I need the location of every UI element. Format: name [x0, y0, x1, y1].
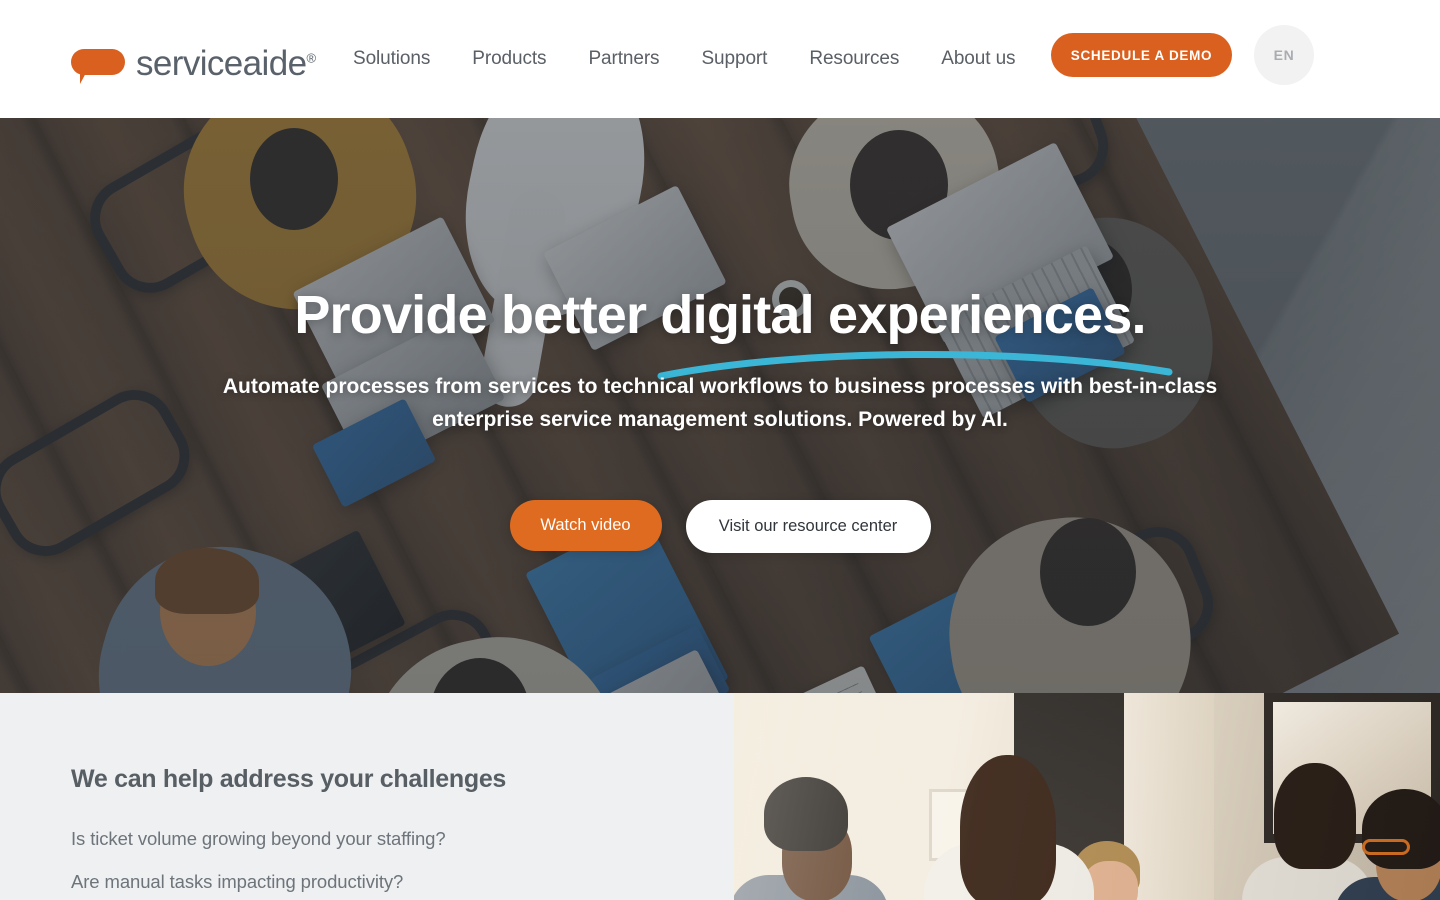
nav-item-about-us[interactable]: About us: [941, 48, 1015, 70]
nav-item-partners[interactable]: Partners: [588, 48, 659, 70]
nav-item-products[interactable]: Products: [472, 48, 546, 70]
logo[interactable]: serviceaide®: [71, 40, 316, 84]
language-selector[interactable]: EN: [1254, 25, 1314, 85]
nav-item-solutions[interactable]: Solutions: [353, 48, 430, 70]
nav-item-resources[interactable]: Resources: [809, 48, 899, 70]
speech-bubble-icon: [71, 49, 125, 84]
hero-cta-group: Watch video Visit our resource center: [0, 500, 1440, 553]
logo-text: serviceaide®: [136, 46, 316, 81]
hero-subtitle: Automate processes from services to tech…: [222, 375, 1218, 432]
photo-light-overlay: [734, 693, 1440, 900]
challenges-section: We can help address your challenges Is t…: [0, 693, 1440, 900]
challenge-question: Is ticket volume growing beyond your sta…: [71, 828, 446, 849]
hero-content: Provide better digital experiences. Auto…: [0, 118, 1440, 693]
hero-section: Provide better digital experiences. Auto…: [0, 118, 1440, 693]
nav-item-support[interactable]: Support: [701, 48, 767, 70]
site-header: serviceaide® Solutions Products Partners…: [0, 0, 1440, 118]
visit-resource-center-button[interactable]: Visit our resource center: [685, 500, 931, 553]
challenges-heading: We can help address your challenges: [71, 765, 507, 793]
registered-trademark-icon: ®: [306, 49, 317, 65]
hero-title: Provide better digital experiences.: [294, 285, 1146, 345]
main-navigation: Solutions Products Partners Support Reso…: [353, 0, 1057, 118]
challenge-question: Are manual tasks impacting productivity?: [71, 871, 404, 892]
team-collaboration-photo: [734, 693, 1440, 900]
schedule-demo-button[interactable]: SCHEDULE A DEMO: [1051, 33, 1232, 77]
logo-wordmark: serviceaide: [136, 43, 307, 83]
watch-video-button[interactable]: Watch video: [509, 500, 662, 551]
